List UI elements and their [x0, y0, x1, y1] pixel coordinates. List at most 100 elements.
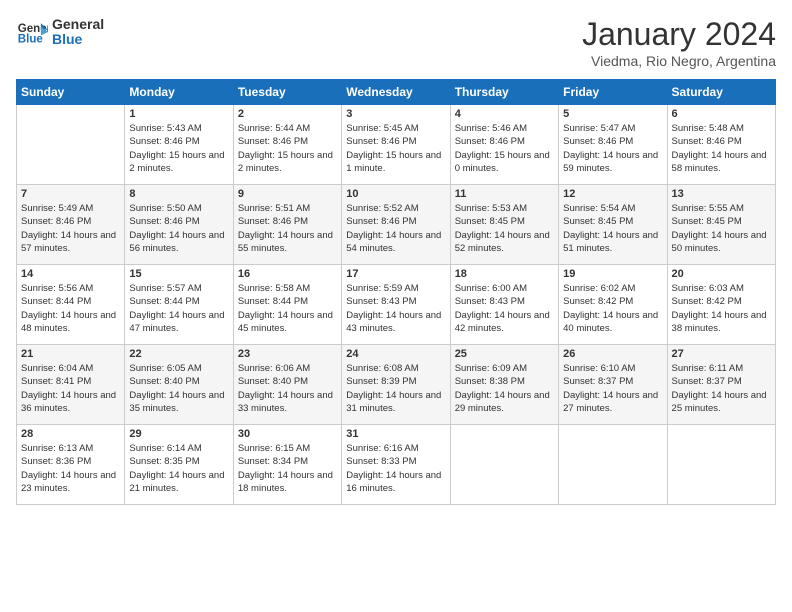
sunset: Sunset: 8:46 PM	[238, 215, 337, 228]
sunrise: Sunrise: 5:51 AM	[238, 202, 337, 215]
svg-text:Blue: Blue	[18, 34, 44, 46]
sunset: Sunset: 8:44 PM	[238, 295, 337, 308]
daylight: Daylight: 14 hours and 58 minutes.	[672, 149, 771, 176]
day-info: Sunrise: 5:52 AM Sunset: 8:46 PM Dayligh…	[346, 202, 445, 255]
day-info: Sunrise: 6:02 AM Sunset: 8:42 PM Dayligh…	[563, 282, 662, 335]
calendar-cell: 16 Sunrise: 5:58 AM Sunset: 8:44 PM Dayl…	[233, 265, 341, 345]
sunset: Sunset: 8:46 PM	[346, 215, 445, 228]
day-number: 30	[238, 428, 337, 440]
sunset: Sunset: 8:36 PM	[21, 455, 120, 468]
day-number: 9	[238, 188, 337, 200]
day-info: Sunrise: 6:00 AM Sunset: 8:43 PM Dayligh…	[455, 282, 554, 335]
calendar-cell: 22 Sunrise: 6:05 AM Sunset: 8:40 PM Dayl…	[125, 345, 233, 425]
sunrise: Sunrise: 6:13 AM	[21, 442, 120, 455]
sunrise: Sunrise: 6:00 AM	[455, 282, 554, 295]
sunrise: Sunrise: 5:47 AM	[563, 122, 662, 135]
sunset: Sunset: 8:37 PM	[672, 375, 771, 388]
daylight: Daylight: 14 hours and 51 minutes.	[563, 229, 662, 256]
calendar-cell: 8 Sunrise: 5:50 AM Sunset: 8:46 PM Dayli…	[125, 185, 233, 265]
day-number: 18	[455, 268, 554, 280]
sunrise: Sunrise: 6:10 AM	[563, 362, 662, 375]
sunset: Sunset: 8:45 PM	[672, 215, 771, 228]
day-number: 2	[238, 108, 337, 120]
daylight: Daylight: 15 hours and 2 minutes.	[238, 149, 337, 176]
day-number: 16	[238, 268, 337, 280]
sunrise: Sunrise: 5:43 AM	[129, 122, 228, 135]
sunrise: Sunrise: 5:57 AM	[129, 282, 228, 295]
sunrise: Sunrise: 5:53 AM	[455, 202, 554, 215]
sunset: Sunset: 8:39 PM	[346, 375, 445, 388]
day-info: Sunrise: 6:09 AM Sunset: 8:38 PM Dayligh…	[455, 362, 554, 415]
header: General Blue General Blue January 2024 V…	[16, 16, 776, 69]
daylight: Daylight: 15 hours and 0 minutes.	[455, 149, 554, 176]
calendar-cell: 27 Sunrise: 6:11 AM Sunset: 8:37 PM Dayl…	[667, 345, 775, 425]
day-number: 21	[21, 348, 120, 360]
day-number: 20	[672, 268, 771, 280]
calendar-cell: 19 Sunrise: 6:02 AM Sunset: 8:42 PM Dayl…	[559, 265, 667, 345]
daylight: Daylight: 14 hours and 23 minutes.	[21, 469, 120, 496]
day-info: Sunrise: 5:46 AM Sunset: 8:46 PM Dayligh…	[455, 122, 554, 175]
calendar-cell: 6 Sunrise: 5:48 AM Sunset: 8:46 PM Dayli…	[667, 105, 775, 185]
sunrise: Sunrise: 5:46 AM	[455, 122, 554, 135]
daylight: Daylight: 14 hours and 43 minutes.	[346, 309, 445, 336]
sunset: Sunset: 8:46 PM	[129, 135, 228, 148]
daylight: Daylight: 14 hours and 21 minutes.	[129, 469, 228, 496]
sunrise: Sunrise: 5:54 AM	[563, 202, 662, 215]
th-monday: Monday	[125, 80, 233, 105]
day-number: 3	[346, 108, 445, 120]
day-number: 5	[563, 108, 662, 120]
calendar-cell: 3 Sunrise: 5:45 AM Sunset: 8:46 PM Dayli…	[342, 105, 450, 185]
month-title: January 2024	[582, 16, 776, 53]
sunrise: Sunrise: 5:50 AM	[129, 202, 228, 215]
calendar-cell: 2 Sunrise: 5:44 AM Sunset: 8:46 PM Dayli…	[233, 105, 341, 185]
daylight: Daylight: 14 hours and 42 minutes.	[455, 309, 554, 336]
calendar-cell: 21 Sunrise: 6:04 AM Sunset: 8:41 PM Dayl…	[17, 345, 125, 425]
sunrise: Sunrise: 6:08 AM	[346, 362, 445, 375]
sunset: Sunset: 8:42 PM	[672, 295, 771, 308]
daylight: Daylight: 14 hours and 25 minutes.	[672, 389, 771, 416]
day-number: 4	[455, 108, 554, 120]
day-number: 22	[129, 348, 228, 360]
day-info: Sunrise: 5:54 AM Sunset: 8:45 PM Dayligh…	[563, 202, 662, 255]
daylight: Daylight: 14 hours and 47 minutes.	[129, 309, 228, 336]
sunrise: Sunrise: 5:52 AM	[346, 202, 445, 215]
day-number: 26	[563, 348, 662, 360]
sunrise: Sunrise: 5:48 AM	[672, 122, 771, 135]
sunset: Sunset: 8:46 PM	[563, 135, 662, 148]
daylight: Daylight: 14 hours and 59 minutes.	[563, 149, 662, 176]
day-number: 31	[346, 428, 445, 440]
calendar-week-row-0: 1 Sunrise: 5:43 AM Sunset: 8:46 PM Dayli…	[17, 105, 776, 185]
calendar-cell: 25 Sunrise: 6:09 AM Sunset: 8:38 PM Dayl…	[450, 345, 558, 425]
day-info: Sunrise: 5:49 AM Sunset: 8:46 PM Dayligh…	[21, 202, 120, 255]
calendar-cell: 17 Sunrise: 5:59 AM Sunset: 8:43 PM Dayl…	[342, 265, 450, 345]
calendar-cell: 4 Sunrise: 5:46 AM Sunset: 8:46 PM Dayli…	[450, 105, 558, 185]
day-info: Sunrise: 5:59 AM Sunset: 8:43 PM Dayligh…	[346, 282, 445, 335]
daylight: Daylight: 14 hours and 54 minutes.	[346, 229, 445, 256]
sunrise: Sunrise: 5:58 AM	[238, 282, 337, 295]
daylight: Daylight: 14 hours and 40 minutes.	[563, 309, 662, 336]
day-number: 14	[21, 268, 120, 280]
day-info: Sunrise: 5:43 AM Sunset: 8:46 PM Dayligh…	[129, 122, 228, 175]
sunset: Sunset: 8:40 PM	[238, 375, 337, 388]
calendar-week-row-3: 21 Sunrise: 6:04 AM Sunset: 8:41 PM Dayl…	[17, 345, 776, 425]
sunrise: Sunrise: 5:55 AM	[672, 202, 771, 215]
sunset: Sunset: 8:34 PM	[238, 455, 337, 468]
day-number: 10	[346, 188, 445, 200]
day-number: 28	[21, 428, 120, 440]
calendar-cell: 5 Sunrise: 5:47 AM Sunset: 8:46 PM Dayli…	[559, 105, 667, 185]
sunset: Sunset: 8:43 PM	[455, 295, 554, 308]
day-info: Sunrise: 5:57 AM Sunset: 8:44 PM Dayligh…	[129, 282, 228, 335]
th-sunday: Sunday	[17, 80, 125, 105]
day-number: 11	[455, 188, 554, 200]
sunrise: Sunrise: 5:44 AM	[238, 122, 337, 135]
daylight: Daylight: 14 hours and 31 minutes.	[346, 389, 445, 416]
day-info: Sunrise: 6:14 AM Sunset: 8:35 PM Dayligh…	[129, 442, 228, 495]
sunrise: Sunrise: 6:05 AM	[129, 362, 228, 375]
day-number: 8	[129, 188, 228, 200]
daylight: Daylight: 14 hours and 55 minutes.	[238, 229, 337, 256]
calendar-cell: 10 Sunrise: 5:52 AM Sunset: 8:46 PM Dayl…	[342, 185, 450, 265]
th-tuesday: Tuesday	[233, 80, 341, 105]
sunset: Sunset: 8:35 PM	[129, 455, 228, 468]
day-number: 13	[672, 188, 771, 200]
sunrise: Sunrise: 6:02 AM	[563, 282, 662, 295]
